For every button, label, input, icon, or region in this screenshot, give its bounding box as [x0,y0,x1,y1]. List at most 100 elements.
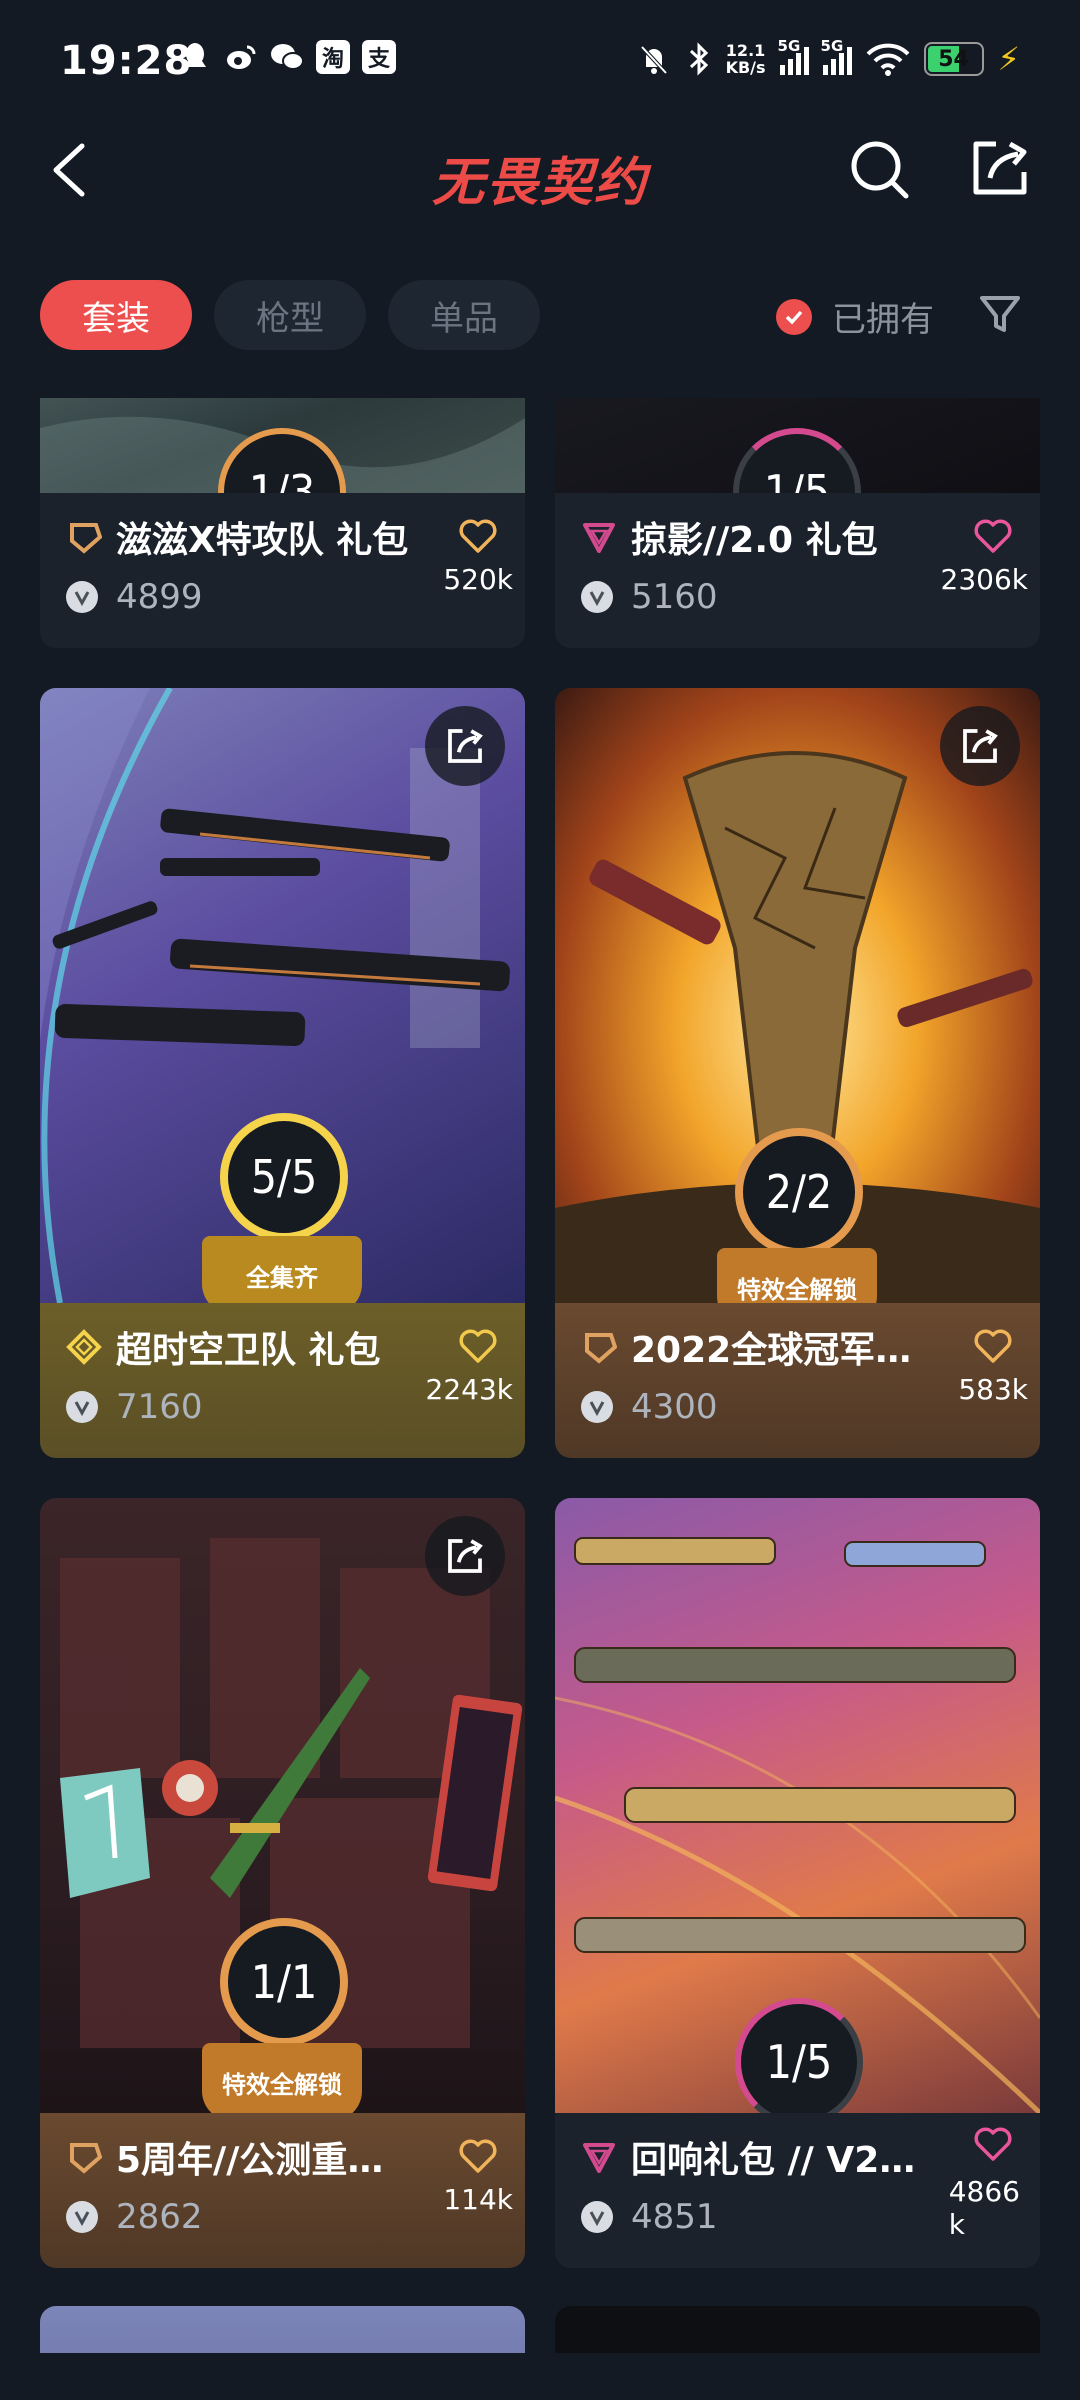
like-count: 4866 k [948,2175,1020,2241]
owned-toggle[interactable]: 已拥有 [776,292,934,341]
share-icon [448,729,483,763]
heart-icon[interactable] [972,1325,1014,1367]
exclusive-rarity-icon [583,2143,615,2173]
net-speed: 12.1 KB/s [726,42,766,76]
owned-label: 已拥有 [832,300,934,340]
search-icon[interactable] [848,138,912,202]
bundle-card[interactable] [40,2306,525,2353]
bundle-info: 掠影//2.0 礼包 5160 2306k [555,493,1040,648]
bundle-info: 超时空卫队 礼包 7160 2243k [40,1303,525,1458]
progress-badge: 2/2 [735,1128,863,1256]
bundle-price: 4851 [631,2197,718,2237]
premium-rarity-icon [70,2143,102,2174]
vp-currency-icon [581,581,613,613]
signal-2-icon: 5G [821,37,852,75]
checkmark-icon [776,298,812,335]
share-button[interactable] [940,706,1020,786]
filter-icon[interactable] [976,290,1024,338]
bundle-price: 4899 [116,577,203,617]
bundle-name: 掠影//2.0 礼包 [631,520,878,561]
premium-rarity-icon [70,523,102,554]
bundle-grid: 1/3 滋滋X特攻队 礼包 4899 520k 1/5 掠影//2.0 礼包 5… [0,398,1080,2353]
system-icons: 12.1 KB/s 5G 5G 54 ⚡ [636,37,1020,78]
tab-single-item[interactable]: 单品 [388,280,540,350]
qq-icon [178,40,212,74]
heart-icon[interactable] [972,515,1014,557]
premium-rarity-icon [585,1333,617,1364]
net-speed-unit: KB/s [725,58,766,77]
wifi-icon [866,43,909,76]
bundle-card[interactable]: 1/5 掠影//2.0 礼包 5160 2306k [555,398,1040,648]
notification-icons: 淘 支 [178,40,396,74]
app-header: 无畏契约 [0,120,1080,230]
vp-currency-icon [66,581,98,613]
bundle-name: 滋滋X特攻队 礼包 [116,520,409,561]
progress-badge: 1/5 [735,1998,863,2126]
bundle-name: 超时空卫队 礼包 [116,1330,381,1371]
heart-icon[interactable] [972,2123,1014,2165]
category-tabs: 套装 枪型 单品 [40,280,540,350]
share-icon [963,729,998,763]
share-button[interactable] [425,1516,505,1596]
tab-bundles[interactable]: 套装 [40,280,192,350]
status-bar: 19:28 淘 支 12.1 KB/s 5G 5G 54 ⚡ [0,0,1080,120]
bundle-info: 滋滋X特攻队 礼包 4899 520k [40,493,525,648]
share-button[interactable] [425,706,505,786]
mute-bell-icon [640,45,668,75]
bundle-name: 2022全球冠军… [631,1330,912,1371]
bundle-card[interactable]: 1/3 滋滋X特攻队 礼包 4899 520k [40,398,525,648]
bundle-price: 2862 [116,2197,203,2237]
like-count: 583k [958,1373,1028,1406]
like-count: 2306k [940,563,1028,596]
share-icon[interactable] [968,136,1032,200]
share-icon [448,1539,483,1573]
weibo-icon [224,40,258,74]
bundle-name: 5周年//公测重… [116,2140,384,2181]
vp-currency-icon [66,2201,98,2233]
progress-badge: 1/1 [220,1918,348,2046]
bundle-card[interactable]: 1/1 特效全解锁 5周年//公测重… 2862 114k [40,1498,525,2268]
like-count: 520k [443,563,513,596]
bundle-price: 5160 [631,577,718,617]
bluetooth-icon [689,42,708,76]
bundle-info: 回响礼包 // V2… 4851 4866 k [555,2113,1040,2268]
vp-currency-icon [581,1391,613,1423]
battery-level: 54 [927,46,980,72]
progress-text: 2/2 [765,1165,833,1219]
like-count: 114k [443,2183,513,2216]
charging-icon: ⚡ [997,40,1020,78]
like-count: 2243k [425,1373,513,1406]
bundle-price: 7160 [116,1387,203,1427]
bundle-name: 回响礼包 // V2… [631,2140,916,2181]
net-speed-value: 12.1 [725,41,766,60]
bundle-card[interactable] [555,2306,1040,2353]
bundle-card[interactable]: 5/5 全集齐 超时空卫队 礼包 7160 2243k [40,688,525,1458]
heart-icon[interactable] [457,1325,499,1367]
sim2-type: 5G [820,37,844,55]
progress-text: 1/1 [250,1955,318,2009]
page-title: 无畏契约 [431,153,648,213]
vp-currency-icon [581,2201,613,2233]
ultra-rarity-icon [66,1329,102,1365]
bundle-card[interactable]: 1/5 回响礼包 // V2… 4851 4866 k [555,1498,1040,2268]
status-time: 19:28 [60,38,193,84]
alipay-icon: 支 [362,40,396,74]
bundle-price: 4300 [631,1387,718,1427]
progress-badge: 5/5 [220,1113,348,1241]
sim1-type: 5G [777,37,801,55]
wechat-icon [270,40,304,74]
progress-text: 5/5 [250,1150,318,1204]
progress-text: 1/5 [765,2035,833,2089]
heart-icon[interactable] [457,2135,499,2177]
vp-currency-icon [66,1391,98,1423]
bundle-card[interactable]: 2/2 特效全解锁 2022全球冠军… 4300 583k [555,688,1040,1458]
bundle-info: 5周年//公测重… 2862 114k [40,2113,525,2268]
taobao-icon: 淘 [316,40,350,74]
exclusive-rarity-icon [583,523,615,553]
battery-icon: 54 [923,42,984,76]
heart-icon[interactable] [457,515,499,557]
tab-weapon-type[interactable]: 枪型 [214,280,366,350]
signal-1-icon: 5G [778,37,809,75]
bundle-info: 2022全球冠军… 4300 583k [555,1303,1040,1458]
effects-unlocked-banner: 特效全解锁 [202,2043,362,2121]
